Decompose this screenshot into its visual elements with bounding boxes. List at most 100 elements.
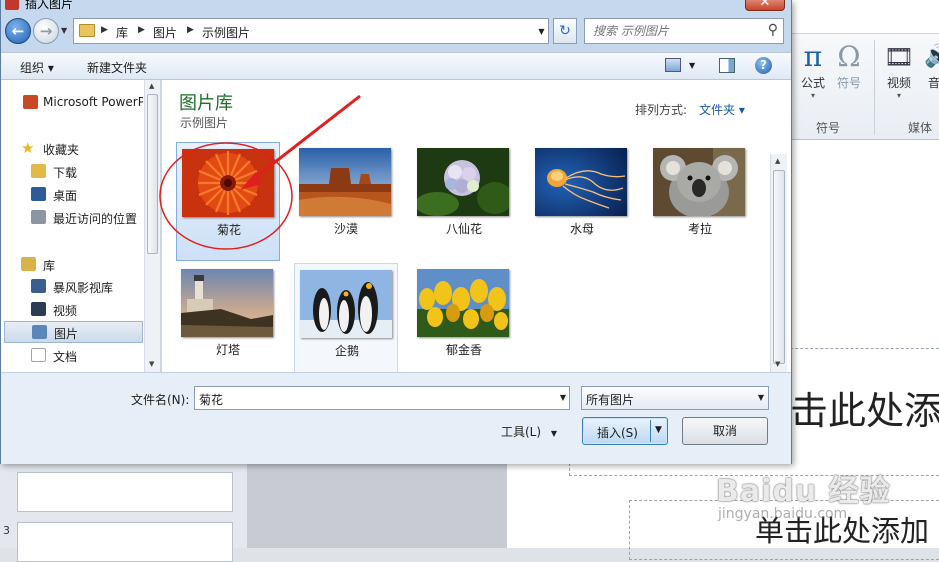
nav-item-recent-places[interactable]: 最近访问的位置 [1, 206, 143, 228]
nav-scrollbar-thumb[interactable] [147, 94, 158, 254]
film-reel-icon: 🎞 [883, 43, 915, 71]
breadcrumb-separator-icon[interactable]: ▶ [101, 25, 108, 35]
file-type-select[interactable]: 所有图片 ▼ [581, 386, 769, 410]
navigation-pane: Microsoft PowerPoint ★ 收藏夹 下载 桌面 最近访问的位置… [1, 80, 161, 372]
forward-button[interactable]: → [33, 18, 59, 44]
hydrangeas-image [417, 148, 509, 216]
thumbnail-label: 考拉 [687, 222, 712, 236]
tools-button[interactable]: 工具(L) ▼ [501, 423, 557, 440]
cancel-button[interactable]: 取消 [682, 417, 768, 445]
nav-item-favorites[interactable]: ★ 收藏夹 [1, 137, 143, 159]
thumbnail-desert[interactable]: 沙漠 [294, 142, 398, 260]
nav-scrollbar[interactable]: ▲ ▼ [144, 80, 160, 372]
nav-item-label: 文档 [53, 350, 78, 364]
library-title: 图片库 [179, 93, 233, 114]
insert-split-divider [650, 420, 651, 442]
insert-options-arrow-icon[interactable]: ▼ [655, 425, 662, 435]
nav-item-label: 视频 [53, 304, 78, 318]
breadcrumb-pictures[interactable]: 图片 [153, 24, 177, 41]
search-input[interactable] [593, 20, 763, 42]
star-icon: ★ [21, 139, 35, 157]
nav-item-documents[interactable]: 文档 [1, 344, 143, 366]
search-box[interactable]: ⚲ [584, 18, 784, 44]
desktop-icon [31, 187, 46, 201]
equation-button[interactable]: π 公式 ▾ [798, 40, 828, 101]
koala-image [653, 148, 745, 216]
filename-label: 文件名(N): [131, 393, 190, 407]
nav-item-label: 暴风影视库 [53, 281, 114, 295]
omega-icon: Ω [837, 40, 861, 73]
scroll-up-icon[interactable]: ▲ [775, 157, 780, 165]
library-icon [21, 257, 36, 271]
ribbon-top-strip [790, 0, 939, 34]
thumbnail-koala[interactable]: 考拉 [648, 142, 752, 260]
breadcrumb-separator-icon[interactable]: ▶ [138, 25, 145, 35]
help-icon[interactable]: ? [755, 57, 772, 74]
organize-button[interactable]: 组织 ▾ [20, 59, 54, 76]
chevron-down-icon[interactable]: ▼ [689, 61, 695, 70]
thumbnail-tulips[interactable]: 郁金香 [412, 263, 516, 372]
thumbnail-penguins[interactable]: 企鹅 [294, 263, 398, 372]
nav-item-video-library[interactable]: 暴风影视库 [1, 275, 143, 297]
history-dropdown-icon[interactable]: ▼ [61, 26, 67, 35]
nav-item-desktop[interactable]: 桌面 [1, 183, 143, 205]
ribbon-separator [874, 40, 875, 135]
chevron-down-icon[interactable]: ▼ [560, 393, 566, 402]
arrange-by-dropdown[interactable]: 文件夹 ▾ [699, 101, 745, 118]
pictures-icon [32, 325, 47, 339]
thumbnail-jellyfish[interactable]: 水母 [530, 142, 634, 260]
media-group-label: 媒体 [908, 121, 933, 135]
new-folder-button[interactable]: 新建文件夹 [87, 59, 147, 76]
jellyfish-image [535, 148, 627, 216]
scroll-down-icon[interactable]: ▼ [775, 360, 780, 368]
address-dropdown-icon[interactable]: ▼ [535, 18, 549, 44]
audio-label: 音 [927, 76, 939, 90]
folder-icon [79, 24, 95, 37]
breadcrumb-library[interactable]: 库 [116, 24, 128, 41]
insert-button[interactable]: 插入(S) ▼ [582, 417, 668, 445]
search-icon: ⚲ [767, 22, 778, 38]
close-button[interactable]: ✕ [745, 0, 785, 11]
nav-item-powerpoint[interactable]: Microsoft PowerPoint [1, 91, 143, 113]
slide-thumbnail-pane: 3 [0, 462, 247, 562]
equation-label: 公式 [800, 76, 825, 90]
thumbnail-lighthouse[interactable]: 灯塔 [176, 263, 280, 372]
dialog-titlebar: 插入图片 ✕ [1, 0, 791, 12]
symbol-label: 符号 [836, 76, 861, 90]
file-list-scrollbar-thumb[interactable] [773, 170, 785, 364]
refresh-button[interactable]: ↻ [553, 18, 577, 44]
breadcrumb-sample-pictures[interactable]: 示例图片 [202, 24, 250, 41]
slide-thumbnail[interactable] [17, 522, 233, 562]
thumbnail-label: 八仙花 [445, 222, 482, 236]
dialog-toolbar: 组织 ▾ 新建文件夹 ▼ ? [1, 52, 791, 80]
video-button[interactable]: 🎞 视频 ▾ [882, 40, 916, 101]
nav-item-downloads[interactable]: 下载 [1, 160, 143, 182]
nav-item-label: 图片 [54, 327, 79, 341]
thumbnail-chrysanthemum[interactable]: 菊花 [176, 142, 280, 261]
powerpoint-icon [5, 0, 19, 10]
filename-value: 菊花 [199, 393, 224, 407]
address-bar[interactable]: ▶ 库 ▶ 图片 ▶ 示例图片 [73, 18, 549, 44]
thumbnail-label: 沙漠 [333, 222, 358, 236]
scroll-down-icon[interactable]: ▼ [149, 360, 154, 368]
filename-input[interactable]: 菊花 ▼ [194, 386, 570, 410]
scroll-up-icon[interactable]: ▲ [149, 82, 154, 90]
symbol-button[interactable]: Ω 符号 [834, 40, 864, 91]
nav-item-videos[interactable]: 视频 [1, 298, 143, 320]
back-button[interactable]: ← [5, 18, 31, 44]
audio-button[interactable]: 🔊 音 [924, 40, 939, 91]
change-view-icon[interactable] [665, 58, 681, 72]
nav-item-libraries[interactable]: 库 [1, 253, 143, 275]
file-list-scrollbar[interactable]: ▲ ▼ [770, 154, 787, 372]
documents-icon [31, 348, 46, 362]
nav-item-pictures[interactable]: 图片 [4, 321, 143, 343]
nav-item-label: 最近访问的位置 [53, 212, 138, 226]
thumbnail-hydrangeas[interactable]: 八仙花 [412, 142, 516, 260]
slide-thumbnail[interactable] [17, 472, 233, 512]
breadcrumb-separator-icon[interactable]: ▶ [187, 25, 194, 35]
recent-places-icon [31, 210, 46, 224]
preview-pane-icon[interactable] [719, 58, 735, 73]
video-library-icon [31, 279, 46, 293]
chevron-down-icon[interactable]: ▼ [758, 393, 764, 402]
baidu-watermark: Baidu 经验 [716, 474, 891, 509]
